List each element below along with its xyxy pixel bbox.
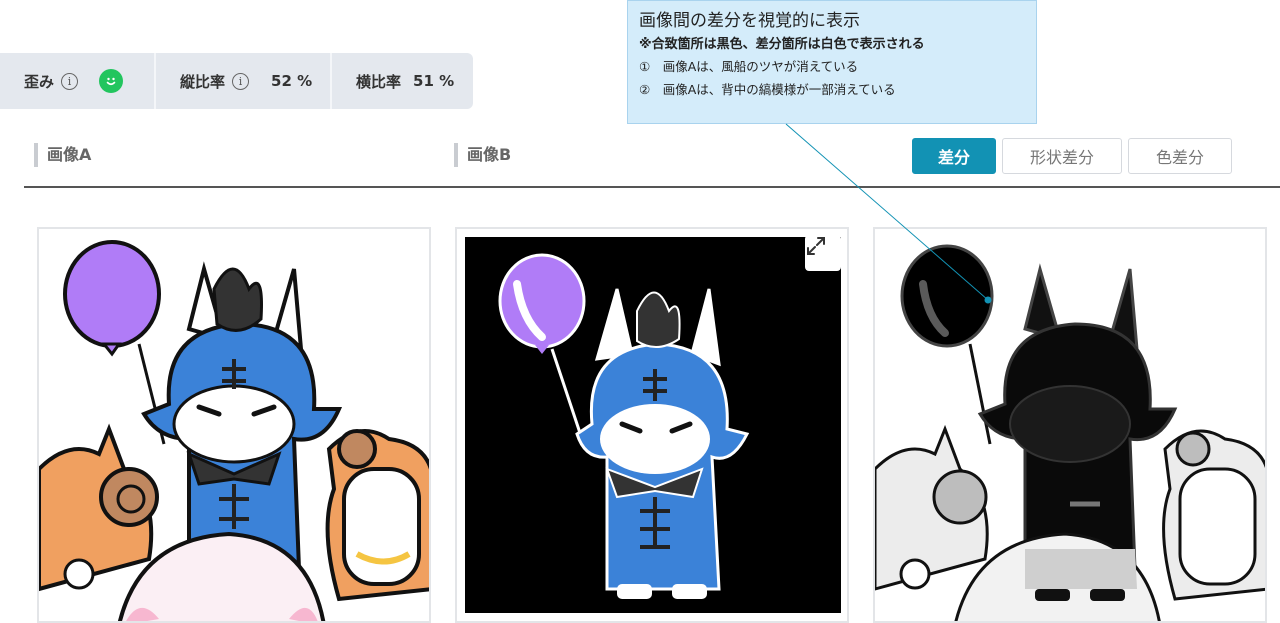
info-icon[interactable]: i (232, 72, 250, 90)
tab-diff[interactable]: 差分 (912, 138, 996, 174)
aspect-vertical-metric: 縦比率 i 52 % (154, 53, 330, 109)
image-b-illustration (465, 237, 841, 613)
image-b-title: 画像B (454, 143, 511, 167)
image-b-panel (455, 227, 849, 623)
callout-title: 画像間の差分を視覚的に表示 (639, 11, 860, 31)
distortion-metric: 歪み i (0, 53, 154, 109)
smile-status-icon (99, 69, 124, 93)
diff-explanation-callout: 画像間の差分を視覚的に表示 ※合致箇所は黒色、差分箇所は白色で表示される ① 画… (627, 0, 1037, 124)
expand-icon[interactable] (805, 235, 841, 271)
aspect-vertical-value: 52 % (271, 72, 313, 90)
tab-color-diff[interactable]: 色差分 (1128, 138, 1232, 174)
callout-note: ※合致箇所は黒色、差分箇所は白色で表示される (639, 37, 925, 52)
image-a-title: 画像A (34, 143, 91, 167)
image-a-illustration (39, 240, 429, 621)
tab-shape-diff[interactable]: 形状差分 (1002, 138, 1122, 174)
distortion-label: 歪み (24, 72, 55, 91)
diff-illustration (875, 244, 1265, 621)
aspect-horizontal-value: 51 % (413, 72, 455, 90)
diff-mode-tabs: 差分 形状差分 色差分 (912, 138, 1232, 174)
callout-item: ① 画像Aは、風船のツヤが消えている (639, 59, 859, 74)
aspect-horizontal-metric: 横比率 51 % (330, 53, 473, 109)
info-icon[interactable]: i (61, 72, 79, 90)
header-divider (24, 186, 1280, 188)
diff-panel (873, 227, 1267, 623)
aspect-vertical-label: 縦比率 (180, 72, 226, 91)
metrics-bar: 歪み i 縦比率 i 52 % 横比率 51 % (0, 53, 473, 109)
image-a-panel (37, 227, 431, 623)
callout-item: ② 画像Aは、背中の縞模様が一部消えている (639, 82, 896, 97)
aspect-horizontal-label: 横比率 (356, 72, 402, 91)
